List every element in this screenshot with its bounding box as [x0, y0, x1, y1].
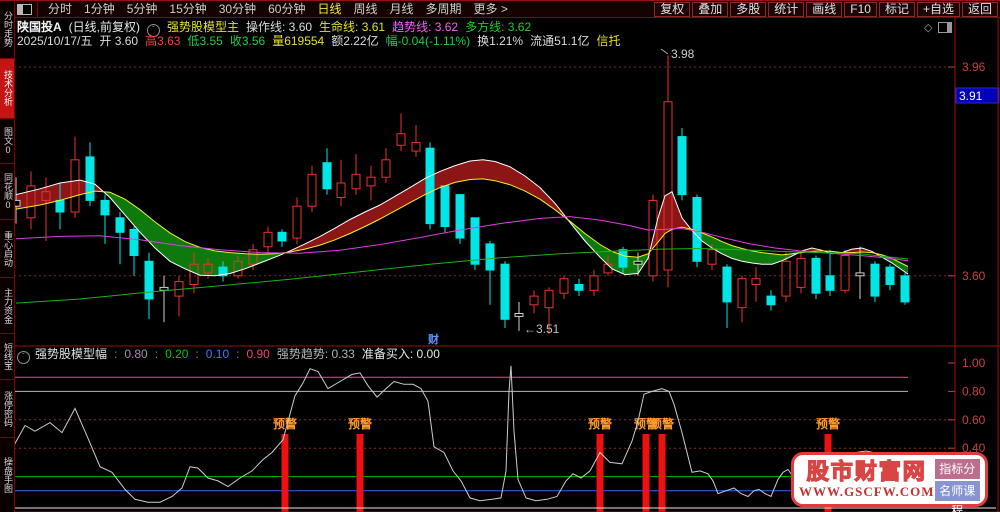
svg-text:0.80: 0.80: [962, 384, 986, 398]
main-price-axis: 3.96 3.60 3.91: [948, 60, 999, 283]
sidebar-tab-3[interactable]: 图文0: [0, 119, 14, 164]
toolbar-button-3[interactable]: 多股: [730, 2, 766, 17]
svg-text:1.00: 1.00: [962, 356, 986, 370]
period-tabs: 分时1分钟5分钟15分钟30分钟60分钟日线周线月线多周期更多 >: [42, 1, 514, 17]
period-tab-10[interactable]: 多周期: [420, 1, 468, 17]
svg-text:3.96: 3.96: [962, 60, 986, 74]
period-tab-3[interactable]: 5分钟: [121, 1, 164, 17]
info2-field-2: 高3.63: [145, 34, 180, 48]
svg-text:预警: 预警: [650, 416, 674, 431]
toolbar-button-5[interactable]: 画线: [806, 2, 842, 17]
sidebar-tab-8[interactable]: 涨停密码: [0, 380, 14, 438]
indicator-field-8: :: [236, 347, 239, 361]
toolbar-button-8[interactable]: +自选: [917, 2, 960, 17]
toolbar-button-9[interactable]: 返回: [962, 2, 998, 17]
period-toolbar: 分时1分钟5分钟15分钟30分钟60分钟日线周线月线多周期更多 > 复权叠加多股…: [14, 1, 1000, 18]
indicator-field-1: 强势股模型幅: [35, 347, 107, 361]
sidebar-tab-9[interactable]: 操盘手图: [0, 438, 14, 512]
diamond-icon[interactable]: ◇: [924, 21, 932, 34]
window-split-icon[interactable]: [17, 4, 32, 15]
info2-field-1: 开 3.60: [99, 34, 138, 48]
period-tab-2[interactable]: 1分钟: [78, 1, 121, 17]
period-tab-9[interactable]: 月线: [384, 1, 420, 17]
chart-corner-icons: ◇: [924, 21, 952, 34]
toolbar-buttons: 复权叠加多股统计画线F10标记+自选返回: [654, 2, 1000, 17]
chart-area[interactable]: 3.98←3.51财3.963.603.91预警预警预警预警预警预警1.000.…: [0, 1, 1000, 512]
svg-text:预警: 预警: [588, 416, 612, 431]
info2-field-5: 量619554: [272, 34, 324, 48]
info2-field-4: 收3.56: [230, 34, 265, 48]
indicator-field-9: 0.90: [246, 347, 269, 361]
pane-split-icon[interactable]: [938, 22, 952, 33]
info2-field-8: 换1.21%: [477, 34, 523, 48]
indicator-field-10: 强势趋势: 0.33: [277, 347, 355, 361]
indicator-field-6: :: [195, 347, 198, 361]
info1-field-4: 操作线: 3.60: [246, 20, 312, 34]
svg-text:3.60: 3.60: [962, 269, 986, 283]
info2-field-7: 幅-0.04(-1.11%): [386, 34, 470, 48]
svg-text:3.91: 3.91: [959, 89, 983, 103]
svg-text:预警: 预警: [273, 416, 297, 431]
svg-text:预警: 预警: [348, 416, 372, 431]
info1-field-0: 陕国投A: [17, 20, 62, 34]
watermark-badge-1[interactable]: 指标分享: [935, 459, 980, 479]
indicator-field-2: :: [114, 347, 117, 361]
sidebar-tab-6[interactable]: 主力资金: [0, 278, 14, 334]
toolbar-button-2[interactable]: 叠加: [692, 2, 728, 17]
info2-field-0: 2025/10/17/五: [17, 34, 92, 48]
collapse-chevron-icon[interactable]: ˇ: [17, 351, 30, 364]
info2-field-10: 信托: [596, 34, 620, 48]
watermark-url: WWW.GSCFW.COM: [799, 484, 935, 499]
indicator-panel-header: ˇ强势股模型幅:0.80:0.20:0.10:0.90强势趋势: 0.33准备买…: [17, 348, 447, 364]
period-tab-11[interactable]: 更多 >: [468, 1, 514, 17]
info1-field-1: (日线,前复权): [69, 20, 140, 34]
watermark-badges: 指标分享名师课程: [935, 458, 980, 502]
watermark-text: 股市财富网 WWW.GSCFW.COM: [799, 460, 935, 499]
period-tab-5[interactable]: 30分钟: [213, 1, 262, 17]
info1-field-5: 生命线: 3.61: [319, 20, 385, 34]
period-tab-6[interactable]: 60分钟: [262, 1, 311, 17]
svg-text:←3.51: ←3.51: [524, 322, 560, 336]
svg-text:预警: 预警: [816, 416, 840, 431]
indicator-field-7: 0.10: [206, 347, 229, 361]
indicator-field-3: 0.80: [124, 347, 147, 361]
sidebar-tab-5[interactable]: 重心启动: [0, 220, 14, 278]
info2-field-9: 流通51.1亿: [530, 34, 589, 48]
toolbar-button-4[interactable]: 统计: [768, 2, 804, 17]
svg-text:0.60: 0.60: [962, 413, 986, 427]
info1-field-3: 强势股模型主: [167, 20, 239, 34]
period-tab-8[interactable]: 周线: [347, 1, 383, 17]
info1-field-6: 趋势线: 3.62: [392, 20, 458, 34]
toolbar-button-7[interactable]: 标记: [879, 2, 915, 17]
period-tab-4[interactable]: 15分钟: [163, 1, 212, 17]
period-tab-7[interactable]: 日线: [311, 1, 347, 17]
quote-info-line: 2025/10/17/五开 3.60 高3.63 低3.55 收3.56 量619554…: [17, 35, 627, 48]
toolbar-button-6[interactable]: F10: [844, 2, 877, 17]
sidebar-tab-4[interactable]: 同花顺0: [0, 164, 14, 220]
svg-text:3.98: 3.98: [671, 47, 695, 61]
sidebar-tab-1[interactable]: 分时走势: [0, 1, 14, 59]
info1-field-7: 多方线: 3.62: [465, 20, 531, 34]
watermark-site-name: 股市财富网: [799, 460, 935, 484]
info2-field-6: 额2.22亿: [331, 34, 378, 48]
toolbar-divider: [37, 2, 38, 17]
trading-app-window: 分时走势技术分析图文0同花顺0重心启动主力资金短线宝涨停密码操盘手图 分时1分钟…: [0, 0, 1000, 512]
frame-lines: [0, 1, 1000, 512]
info2-field-3: 低3.55: [187, 34, 222, 48]
sidebar-tab-2[interactable]: 技术分析: [0, 59, 14, 119]
indicator-field-4: :: [155, 347, 158, 361]
indicator-field-5: 0.20: [165, 347, 188, 361]
watermark-badge-2[interactable]: 名师课程: [935, 481, 980, 501]
left-tab-strip: 分时走势技术分析图文0同花顺0重心启动主力资金短线宝涨停密码操盘手图: [0, 1, 15, 512]
watermark-card: 股市财富网 WWW.GSCFW.COM 指标分享名师课程: [791, 452, 988, 507]
period-tab-1[interactable]: 分时: [42, 1, 78, 17]
sidebar-tab-7[interactable]: 短线宝: [0, 334, 14, 380]
toolbar-button-1[interactable]: 复权: [654, 2, 690, 17]
svg-text:财: 财: [427, 332, 439, 346]
indicator-field-11: 准备买入: 0.00: [362, 347, 440, 361]
main-annotations: 3.98 ←3.51 财: [427, 47, 695, 346]
